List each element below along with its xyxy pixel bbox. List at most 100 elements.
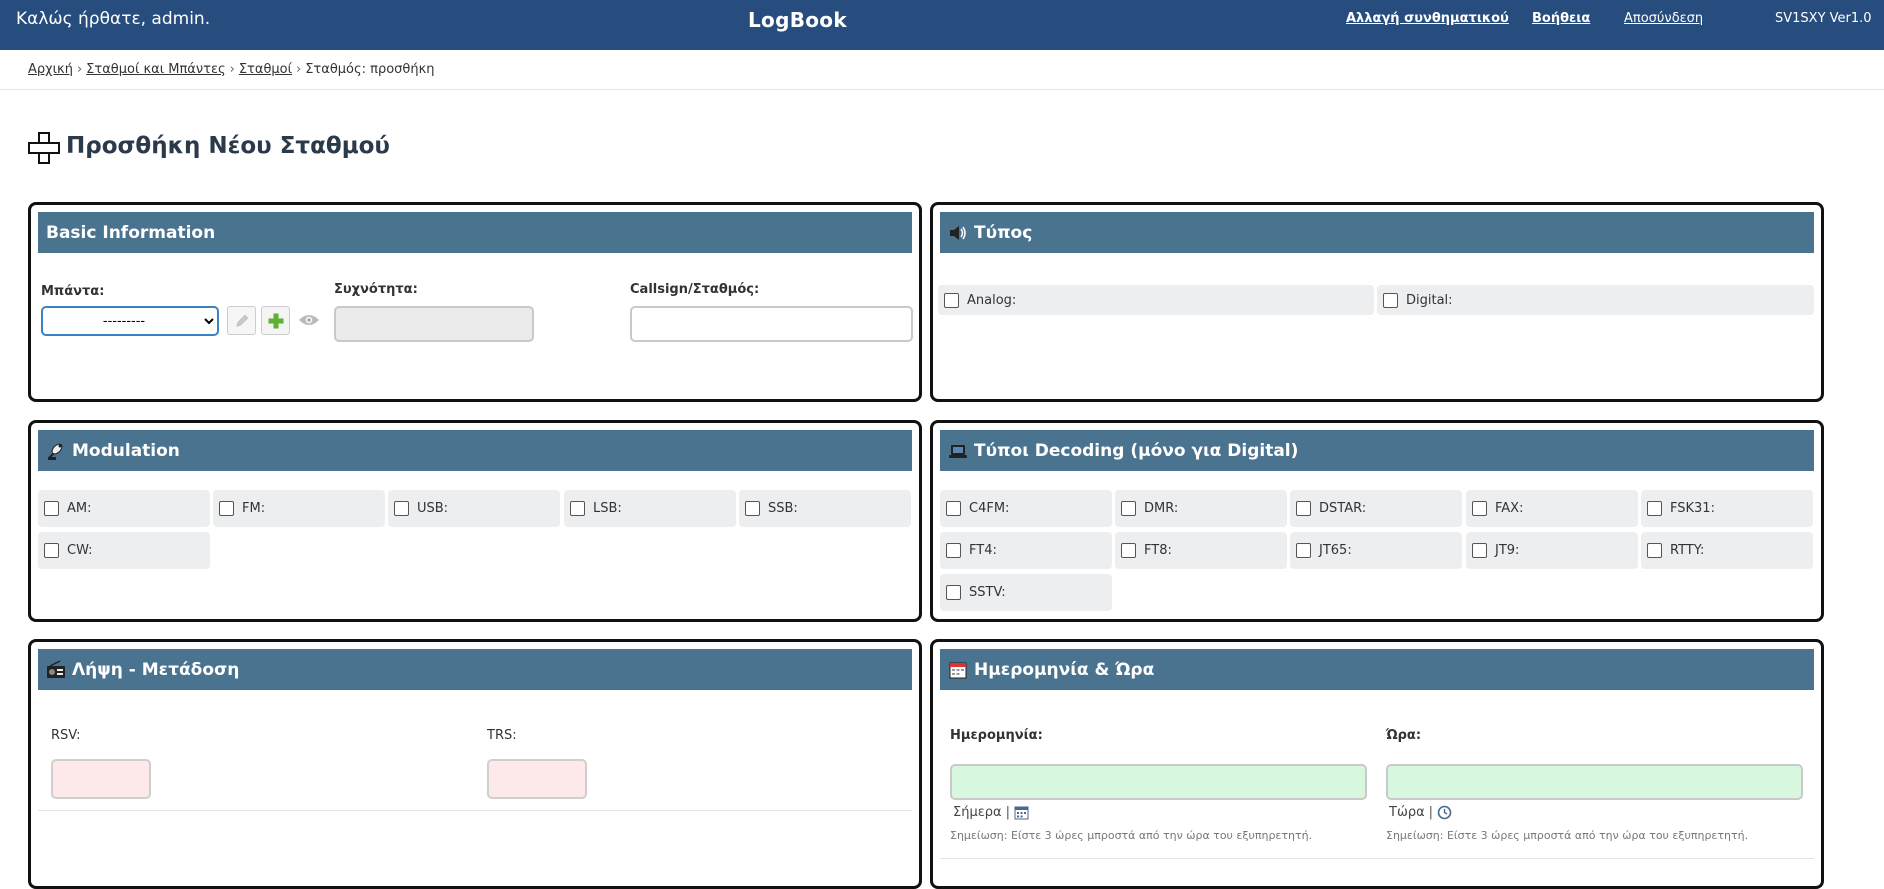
decoding-checkbox-dstar[interactable]: DSTAR: [1290,490,1462,527]
decoding-checkbox-jt65[interactable]: JT65: [1290,532,1462,569]
ssb-label: SSB: [768,501,798,516]
datetime-title: Ημερομηνία & Ώρα [974,659,1155,680]
modulation-checkbox-fm[interactable]: FM: [213,490,385,527]
fm-label: FM: [242,501,266,516]
breadcrumb-stations-bands-link[interactable]: Σταθμοί και Μπάντες [86,62,225,77]
callsign-input[interactable] [630,306,913,342]
rsv-input[interactable] [51,759,151,799]
breadcrumb-home-link[interactable]: Αρχική [28,62,73,77]
green-plus-icon [268,313,283,328]
decoding-checkbox-fax[interactable]: FAX: [1466,490,1638,527]
type-header: Τύπος [940,212,1814,253]
dmr-label: DMR: [1144,501,1179,516]
logout-link[interactable]: Αποσύνδεση [1624,11,1703,26]
decoding-checkbox-ft8[interactable]: FT8: [1115,532,1287,569]
satellite-dish-icon [48,443,63,460]
view-band-button[interactable] [297,308,321,332]
modulation-checkbox-cw[interactable]: CW: [38,532,210,569]
change-password-link[interactable]: Αλλαγή συνθηματικού [1346,11,1509,26]
ft8-label: FT8: [1144,543,1172,558]
version-text: SV1SXY Ver1.0 [1775,11,1872,26]
add-band-button[interactable] [261,306,290,335]
modulation-checkbox-ssb[interactable]: SSB: [739,490,911,527]
dstar-checkbox-box[interactable] [1296,501,1311,516]
breadcrumb-separator: › [76,62,83,77]
cw-label: CW: [67,543,93,558]
rxtx-header: Λήψη - Μετάδοση [38,649,912,690]
breadcrumb-stations-link[interactable]: Σταθμοί [239,62,292,77]
shortcut-separator: | [1428,805,1434,820]
fsk31-label: FSK31: [1670,501,1715,516]
datetime-header: Ημερομηνία & Ώρα [940,649,1814,690]
page-title: Προσθήκη Νέου Σταθμού [28,132,390,164]
radio-icon [47,659,65,678]
jt9-label: JT9: [1495,543,1520,558]
modulation-checkbox-lsb[interactable]: LSB: [564,490,736,527]
jt9-checkbox-box[interactable] [1472,543,1487,558]
now-link[interactable]: Τώρα [1389,805,1425,820]
decoding-panel: Τύποι Decoding (μόνο για Digital) C4FM: … [930,420,1824,622]
sstv-checkbox-box[interactable] [946,585,961,600]
ssb-checkbox-box[interactable] [745,501,760,516]
analog-checkbox-box[interactable] [944,292,959,308]
date-input[interactable] [950,764,1367,800]
dstar-label: DSTAR: [1319,501,1367,516]
trs-input[interactable] [487,759,587,799]
band-select[interactable]: --------- [41,306,219,336]
cw-checkbox-box[interactable] [44,543,59,558]
date-timezone-note: Σημείωση: Είστε 3 ώρες μπροστά από την ώ… [950,829,1313,842]
clock-icon[interactable] [1437,805,1452,820]
decoding-checkbox-ft4[interactable]: FT4: [940,532,1112,569]
sstv-label: SSTV: [969,585,1006,600]
speaker-icon [950,225,966,240]
rxtx-panel: Λήψη - Μετάδοση RSV: TRS: [28,639,922,889]
type-title: Τύπος [974,222,1033,243]
digital-checkbox-box[interactable] [1383,292,1398,308]
c4fm-label: C4FM: [969,501,1010,516]
breadcrumb: Αρχική › Σταθμοί και Μπάντες › Σταθμοί › Σταθμ… [28,62,435,77]
shortcut-separator: | [1005,805,1010,820]
edit-band-button[interactable] [227,306,256,335]
ft4-checkbox-box[interactable] [946,543,961,558]
fax-label: FAX: [1495,501,1524,516]
am-checkbox-box[interactable] [44,501,59,516]
datetime-divider [940,858,1814,859]
ft8-checkbox-box[interactable] [1121,543,1136,558]
basic-information-header: Basic Information [38,212,912,253]
decoding-checkbox-dmr[interactable]: DMR: [1115,490,1287,527]
page-title-text: Προσθήκη Νέου Σταθμού [66,133,390,159]
dmr-checkbox-box[interactable] [1121,501,1136,516]
ft4-label: FT4: [969,543,997,558]
fm-checkbox-box[interactable] [219,501,234,516]
jt65-checkbox-box[interactable] [1296,543,1311,558]
eye-icon [299,315,319,325]
rtty-label: RTTY: [1670,543,1705,558]
calendar-picker-icon[interactable] [1014,805,1029,820]
decoding-checkbox-rtty[interactable]: RTTY: [1641,532,1813,569]
decoding-checkbox-jt9[interactable]: JT9: [1466,532,1638,569]
lsb-checkbox-box[interactable] [570,501,585,516]
frequency-input[interactable] [334,306,534,342]
fsk31-checkbox-box[interactable] [1647,501,1662,516]
trs-label: TRS: [487,728,517,743]
decoding-checkbox-c4fm[interactable]: C4FM: [940,490,1112,527]
time-input[interactable] [1386,764,1803,800]
rtty-checkbox-box[interactable] [1647,543,1662,558]
digital-checkbox[interactable]: Digital: [1377,285,1814,315]
c4fm-checkbox-box[interactable] [946,501,961,516]
help-link[interactable]: Βοήθεια [1532,11,1590,26]
breadcrumb-separator: › [296,62,302,77]
modulation-checkbox-am[interactable]: AM: [38,490,210,527]
basic-information-panel: Basic Information Μπάντα: --------- Συχν… [28,202,922,402]
decoding-checkbox-sstv[interactable]: SSTV: [940,574,1112,611]
breadcrumb-divider [0,89,1884,90]
date-label: Ημερομηνία: [950,728,1043,743]
fax-checkbox-box[interactable] [1472,501,1487,516]
analog-checkbox[interactable]: Analog: [938,285,1374,315]
modulation-checkbox-usb[interactable]: USB: [388,490,560,527]
decoding-checkbox-fsk31[interactable]: FSK31: [1641,490,1813,527]
today-link[interactable]: Σήμερα [953,805,1002,820]
usb-checkbox-box[interactable] [394,501,409,516]
breadcrumb-separator: › [229,62,235,77]
modulation-panel: Modulation AM: FM: USB: LSB: SSB: CW: [28,420,922,622]
